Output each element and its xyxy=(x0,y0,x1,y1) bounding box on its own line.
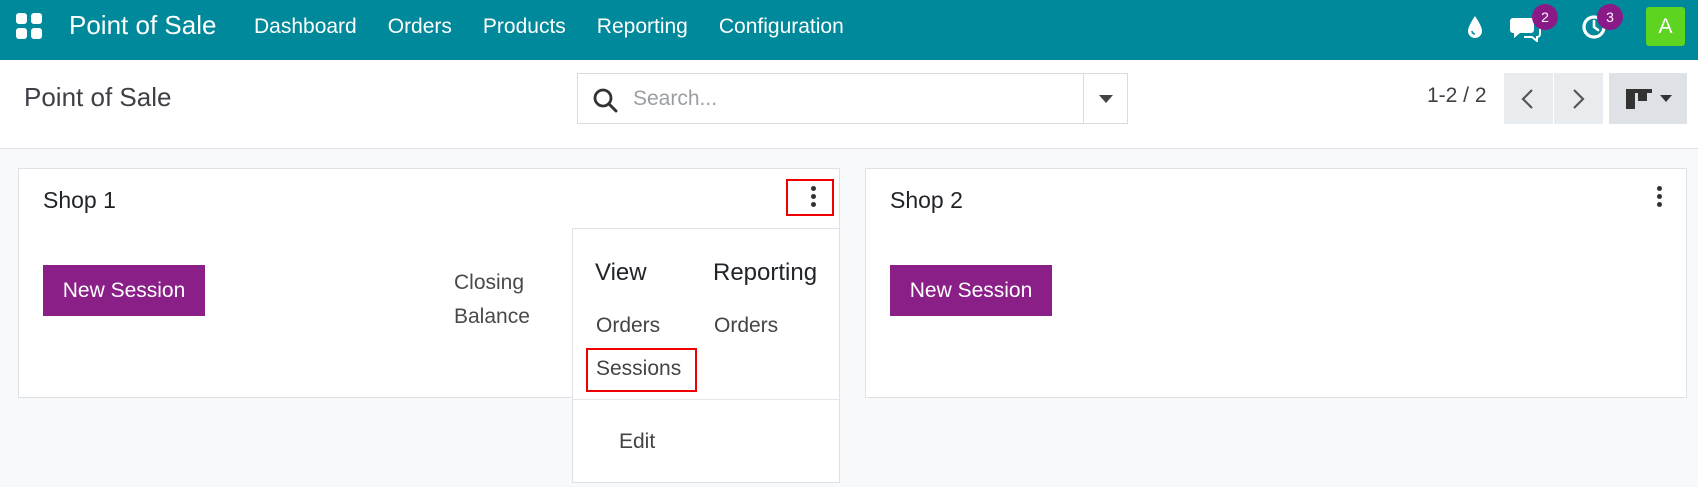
dropdown-view-sessions[interactable]: Sessions xyxy=(596,357,681,381)
search-box[interactable] xyxy=(577,73,1084,124)
main-menu: Dashboard Orders Products Reporting Conf… xyxy=(254,15,844,39)
dropdown-view-heading: View xyxy=(595,259,647,286)
card-title: Shop 2 xyxy=(890,187,963,213)
search-icon xyxy=(593,88,618,113)
top-navbar: Point of Sale Dashboard Orders Products … xyxy=(0,0,1698,60)
dropdown-divider xyxy=(573,399,839,400)
app-brand[interactable]: Point of Sale xyxy=(69,10,216,41)
pager-previous-button[interactable] xyxy=(1504,73,1553,124)
apps-icon[interactable] xyxy=(16,13,42,39)
menu-item-reporting[interactable]: Reporting xyxy=(597,15,688,39)
new-session-button[interactable]: New Session xyxy=(890,265,1052,316)
control-panel: Point of Sale 1-2 / 2 xyxy=(0,60,1698,149)
dropdown-edit[interactable]: Edit xyxy=(619,430,655,454)
pager-value[interactable]: 1-2 / 2 xyxy=(1427,84,1487,108)
kanban-icon xyxy=(1626,89,1652,109)
menu-item-configuration[interactable]: Configuration xyxy=(719,15,844,39)
chevron-right-icon xyxy=(1573,89,1585,109)
pager-next-button[interactable] xyxy=(1554,73,1603,124)
drop-icon[interactable] xyxy=(1466,15,1484,39)
card-menu-kebab-icon[interactable] xyxy=(1650,184,1668,210)
search-options-toggle[interactable] xyxy=(1083,73,1128,124)
card-dropdown-menu: View Reporting Orders Sessions Orders Ed… xyxy=(572,228,840,483)
menu-item-dashboard[interactable]: Dashboard xyxy=(254,15,357,39)
card-menu-kebab-icon[interactable] xyxy=(804,184,822,210)
chevron-left-icon xyxy=(1521,89,1533,109)
search-input[interactable] xyxy=(633,74,1073,123)
user-avatar[interactable]: A xyxy=(1646,7,1685,46)
chevron-down-icon xyxy=(1660,95,1672,102)
messages-count-badge: 2 xyxy=(1532,4,1558,30)
pos-card-shop-2: Shop 2 New Session xyxy=(865,168,1687,398)
chevron-down-icon xyxy=(1099,95,1113,103)
view-switcher-button[interactable] xyxy=(1609,73,1687,124)
card-title: Shop 1 xyxy=(43,187,116,213)
menu-item-products[interactable]: Products xyxy=(483,15,566,39)
new-session-button[interactable]: New Session xyxy=(43,265,205,316)
dropdown-reporting-orders[interactable]: Orders xyxy=(714,314,778,338)
dropdown-reporting-heading: Reporting xyxy=(713,259,818,286)
activities-count-badge: 3 xyxy=(1597,4,1623,30)
closing-balance-label: Closing Balance xyxy=(454,271,530,328)
menu-item-orders[interactable]: Orders xyxy=(388,15,452,39)
dropdown-view-orders[interactable]: Orders xyxy=(596,314,660,338)
page-title: Point of Sale xyxy=(24,82,172,112)
